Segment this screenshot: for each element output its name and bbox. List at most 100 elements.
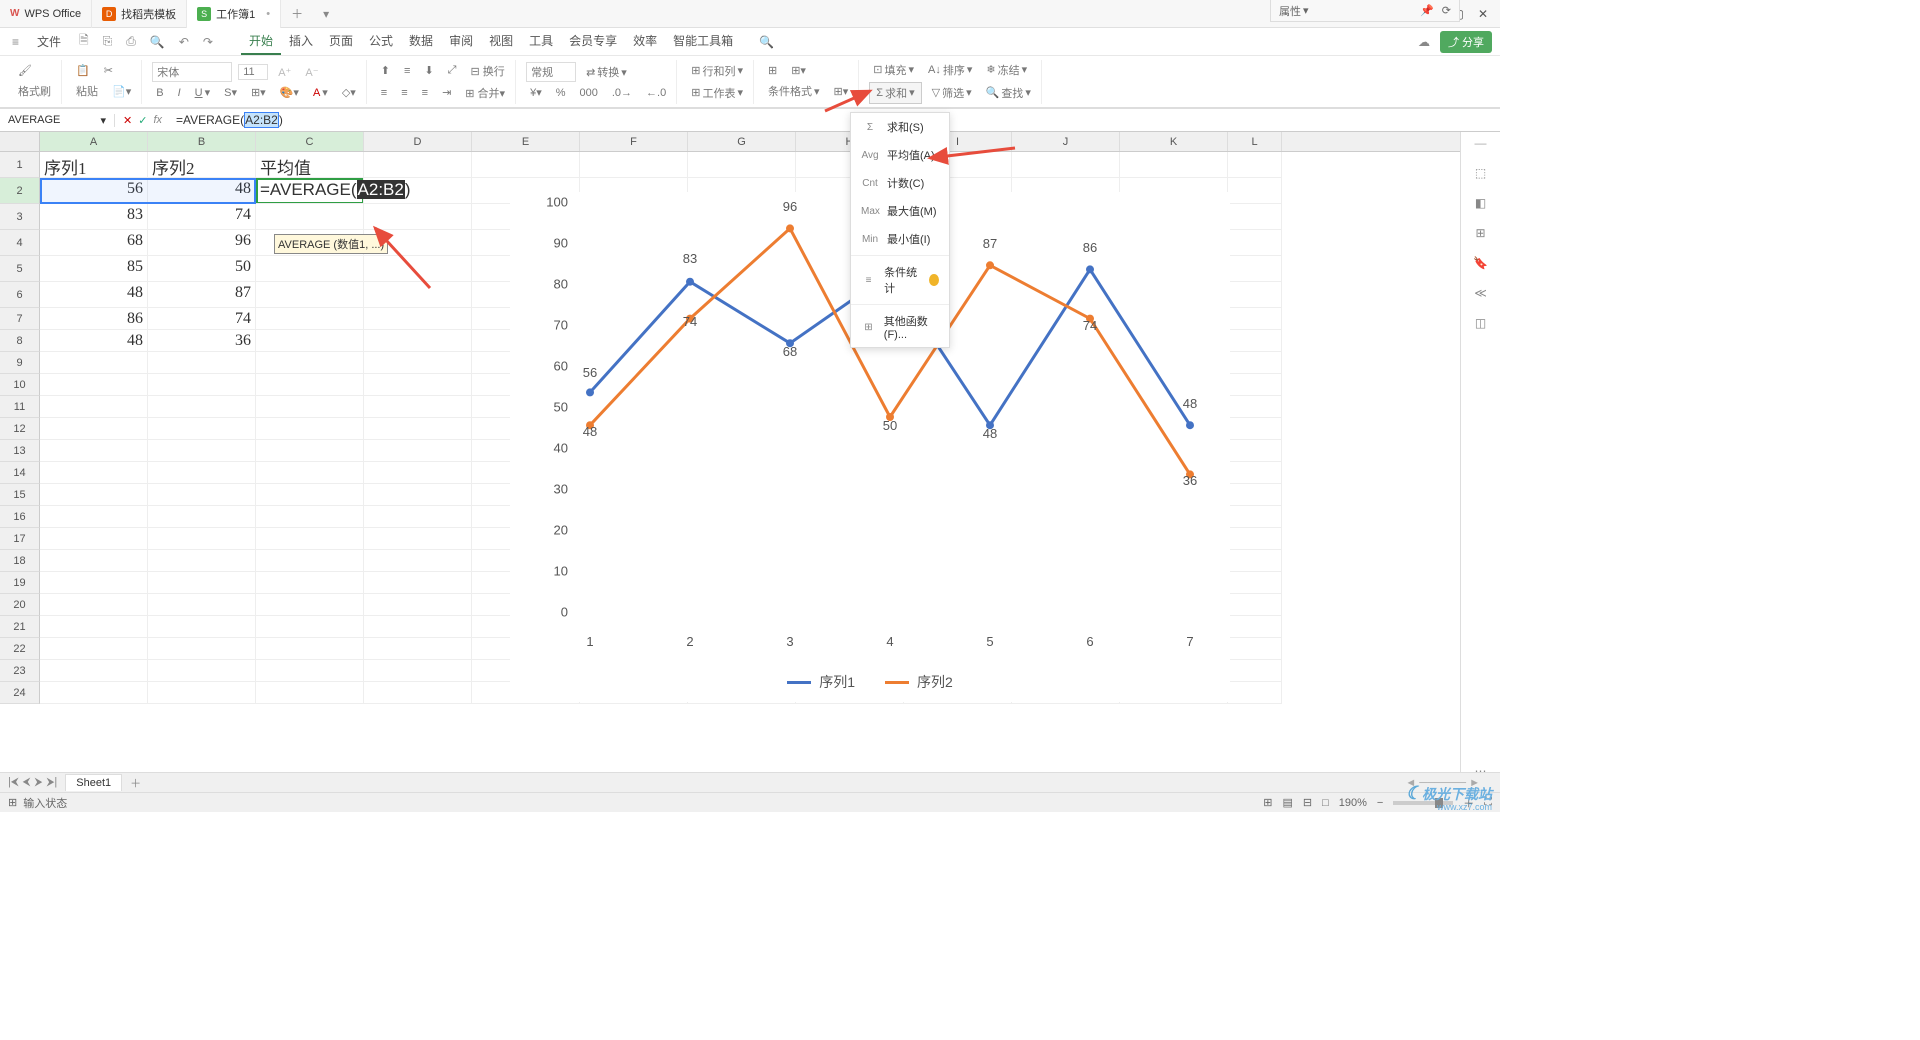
cell-style-button[interactable]: ⊞▾ — [830, 83, 853, 100]
cell-J1[interactable] — [1012, 152, 1120, 178]
row-header-11[interactable]: 11 — [0, 396, 40, 418]
cond-format-button[interactable]: 条件格式▾ — [764, 81, 824, 101]
cell-L9[interactable] — [1228, 352, 1282, 374]
cell-B12[interactable] — [148, 418, 256, 440]
cell-C3[interactable] — [256, 204, 364, 230]
cell-B10[interactable] — [148, 374, 256, 396]
cell-D20[interactable] — [364, 594, 472, 616]
cell-C22[interactable] — [256, 638, 364, 660]
cell-K1[interactable] — [1120, 152, 1228, 178]
view-normal-button[interactable]: ⊞ — [1263, 796, 1272, 809]
redo-icon[interactable]: ↷ — [199, 33, 217, 51]
menu-插入[interactable]: 插入 — [281, 28, 321, 55]
row-header-21[interactable]: 21 — [0, 616, 40, 638]
align-top-button[interactable]: ⬆ — [377, 62, 394, 79]
cell-D1[interactable] — [364, 152, 472, 178]
cell-D6[interactable] — [364, 282, 472, 308]
copy-button[interactable]: 📄▾ — [108, 83, 135, 100]
cell-C9[interactable] — [256, 352, 364, 374]
decrease-font-button[interactable]: A⁻ — [301, 64, 322, 81]
cell-C10[interactable] — [256, 374, 364, 396]
cell-C24[interactable] — [256, 682, 364, 704]
cell-C16[interactable] — [256, 506, 364, 528]
cell-A4[interactable]: 68 — [40, 230, 148, 256]
cell-D17[interactable] — [364, 528, 472, 550]
col-header-D[interactable]: D — [364, 132, 472, 151]
row-header-16[interactable]: 16 — [0, 506, 40, 528]
bold-button[interactable]: B — [152, 85, 167, 101]
cell-C17[interactable] — [256, 528, 364, 550]
preview-icon[interactable]: 🔍 — [146, 33, 169, 51]
cell-A5[interactable]: 85 — [40, 256, 148, 282]
cell-C13[interactable] — [256, 440, 364, 462]
cell-C12[interactable] — [256, 418, 364, 440]
row-header-4[interactable]: 4 — [0, 230, 40, 256]
spreadsheet-grid[interactable]: ABCDEFGHIJKL 1序列1序列2平均值25648=AVERAGE(A2:… — [0, 132, 1460, 788]
close-button[interactable]: ✕ — [1478, 7, 1488, 21]
currency-button[interactable]: ¥▾ — [526, 84, 546, 101]
menu-hamburger-icon[interactable]: ≡ — [8, 33, 23, 51]
menu-开始[interactable]: 开始 — [241, 28, 281, 55]
cell-C2[interactable]: =AVERAGE(A2:B2) — [256, 178, 364, 204]
percent-button[interactable]: % — [552, 85, 570, 101]
refresh-icon[interactable]: ⟳ — [1442, 4, 1451, 17]
cell-A13[interactable] — [40, 440, 148, 462]
menu-公式[interactable]: 公式 — [361, 28, 401, 55]
cell-A1[interactable]: 序列1 — [40, 152, 148, 178]
side-style-icon[interactable]: ◧ — [1475, 196, 1486, 210]
sheet-last-button[interactable]: ⮞| — [46, 776, 57, 789]
merge-button[interactable]: ⊞ 合并▾ — [461, 83, 509, 103]
sheet-tab-1[interactable]: Sheet1 — [65, 774, 122, 791]
col-header-K[interactable]: K — [1120, 132, 1228, 151]
paste-button[interactable]: 📋 — [72, 62, 94, 79]
fill-button[interactable]: ⊡ 填充▾ — [869, 60, 918, 80]
find-button[interactable]: 🔍 查找▾ — [982, 83, 1035, 103]
cell-A14[interactable] — [40, 462, 148, 484]
cell-B20[interactable] — [148, 594, 256, 616]
cell-D5[interactable] — [364, 256, 472, 282]
row-header-14[interactable]: 14 — [0, 462, 40, 484]
menu-file[interactable]: 文件 — [29, 29, 69, 54]
cell-L14[interactable] — [1228, 462, 1282, 484]
number-format-select[interactable]: 常规 — [526, 62, 576, 82]
align-center-button[interactable]: ≡ — [397, 85, 411, 101]
filter-button[interactable]: ▽ 筛选▾ — [928, 83, 976, 103]
cell-C19[interactable] — [256, 572, 364, 594]
cell-C8[interactable] — [256, 330, 364, 352]
cell-F1[interactable] — [580, 152, 688, 178]
worksheet-button[interactable]: ⊞ 工作表▾ — [687, 83, 747, 103]
cell-D8[interactable] — [364, 330, 472, 352]
side-data-icon[interactable]: ◫ — [1475, 316, 1486, 330]
side-tag-icon[interactable]: 🔖 — [1473, 256, 1488, 270]
cell-A2[interactable]: 56 — [40, 178, 148, 204]
cell-D16[interactable] — [364, 506, 472, 528]
freeze-button[interactable]: ❄ 冻结▾ — [982, 60, 1031, 80]
row-header-12[interactable]: 12 — [0, 418, 40, 440]
cell-A11[interactable] — [40, 396, 148, 418]
cell-B8[interactable]: 36 — [148, 330, 256, 352]
cell-L5[interactable] — [1228, 256, 1282, 282]
sheet-next-button[interactable]: ⮞ — [34, 776, 42, 789]
align-bottom-button[interactable]: ⬇ — [420, 62, 437, 79]
app-tab-wps[interactable]: W WPS Office — [0, 0, 92, 28]
cell-D11[interactable] — [364, 396, 472, 418]
cell-A12[interactable] — [40, 418, 148, 440]
cell-B7[interactable]: 74 — [148, 308, 256, 330]
row-header-9[interactable]: 9 — [0, 352, 40, 374]
cell-B18[interactable] — [148, 550, 256, 572]
cell-C7[interactable] — [256, 308, 364, 330]
font-color-button[interactable]: A▾ — [309, 84, 332, 101]
cell-D7[interactable] — [364, 308, 472, 330]
clear-format-button[interactable]: ◇▾ — [338, 84, 360, 101]
font-size-select[interactable]: 11 — [238, 64, 268, 80]
tab-menu-button[interactable]: ▾ — [313, 7, 339, 21]
cell-C6[interactable] — [256, 282, 364, 308]
cell-L1[interactable] — [1228, 152, 1282, 178]
dropdown-item-1[interactable]: Avg平均值(A) — [851, 141, 949, 169]
menu-智能工具箱[interactable]: 智能工具箱 — [665, 28, 741, 55]
cell-L6[interactable] — [1228, 282, 1282, 308]
side-comment-icon[interactable]: ⊞ — [1475, 226, 1485, 240]
cell-B23[interactable] — [148, 660, 256, 682]
cell-A18[interactable] — [40, 550, 148, 572]
cell-D12[interactable] — [364, 418, 472, 440]
